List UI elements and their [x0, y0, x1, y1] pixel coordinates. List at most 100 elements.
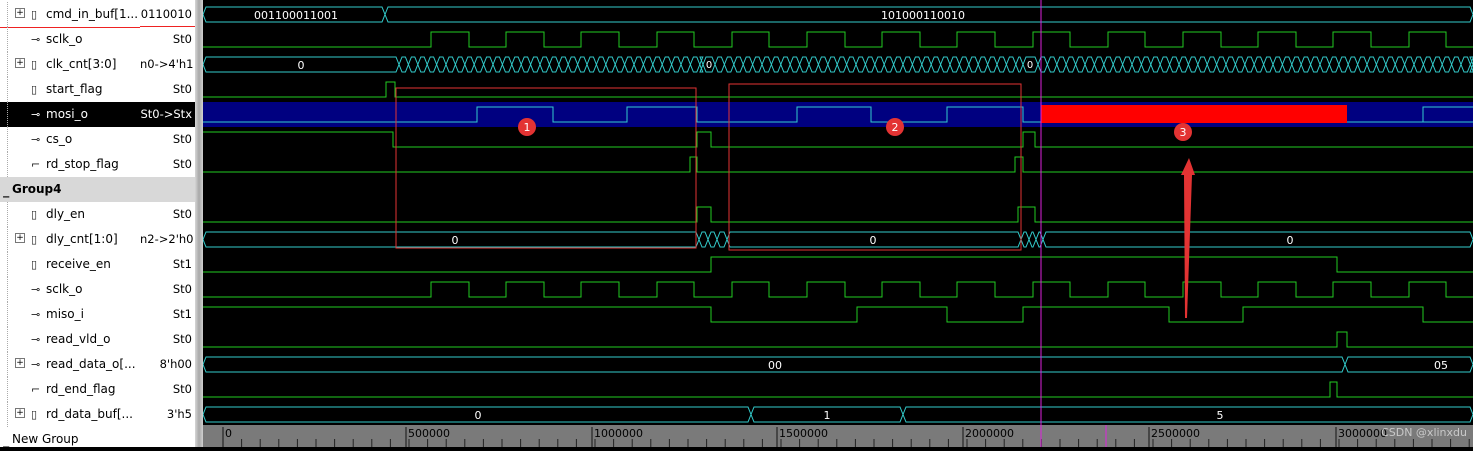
bus-segment	[398, 56, 409, 73]
signal-row[interactable]: ⊸ mosi_o	[0, 102, 140, 127]
signal-name: dly_cnt[1:0]	[46, 232, 118, 246]
bus-segment	[483, 56, 494, 73]
bus-segment	[1187, 56, 1199, 73]
signal-row[interactable]: + ⊸ read_data_o[...	[0, 352, 140, 377]
tree-guide	[7, 52, 9, 77]
bus-segment	[454, 56, 466, 73]
bus-segment	[1112, 56, 1124, 73]
bus-segment	[1075, 56, 1086, 73]
bus-segment	[987, 56, 998, 73]
tree-guide	[7, 352, 9, 377]
waveform-canvas[interactable]: 001100011001 1010001100100 0 00 0 000 050 1 51 2 3	[203, 0, 1473, 425]
bus-segment	[1216, 56, 1227, 73]
bus-segment	[1206, 56, 1218, 73]
group-row[interactable]: −New Group	[0, 427, 140, 447]
signal-row[interactable]: + ▯ clk_cnt[3:0]	[0, 52, 140, 77]
tree-guide	[7, 327, 9, 352]
bus-segment	[968, 56, 979, 73]
bus-segment	[464, 56, 475, 73]
bus-segment	[1093, 56, 1105, 73]
receive-en-wave	[203, 256, 1473, 273]
signal-name: read_data_o[...	[46, 357, 136, 371]
bus-segment	[855, 56, 866, 73]
bus-value-label: 0	[706, 60, 712, 71]
bus-segment	[921, 56, 932, 73]
signal-row[interactable]: ▯ start_flag	[0, 77, 140, 102]
bus-segment	[883, 56, 895, 73]
bus-value-label: 0	[475, 409, 482, 422]
rd-stop-flag-wave	[203, 156, 1473, 173]
tree-guide	[7, 2, 9, 27]
bus-segment	[1159, 56, 1171, 73]
panel-splitter[interactable]	[195, 0, 203, 447]
bus-segment	[770, 56, 782, 73]
bus-value-label: 0	[452, 234, 459, 247]
tree-guide	[7, 202, 9, 227]
signal-value: St0	[172, 157, 192, 171]
bus-segment	[716, 231, 728, 248]
bus-segment	[1046, 56, 1058, 73]
signal-row[interactable]: ⊸ sclk_o	[0, 277, 140, 302]
time-ruler[interactable]: 0 500000 1000000 1500000 2000000 2500000 30000…	[203, 425, 1473, 447]
tick-label: 500000	[408, 427, 450, 440]
bus-segment	[949, 56, 960, 73]
signal-value: St0	[172, 132, 192, 146]
expand-icon[interactable]: +	[15, 8, 25, 18]
bus-segment	[911, 56, 923, 73]
signal-value: St0->Stx	[140, 102, 195, 127]
signal-row[interactable]: ⌐ rd_stop_flag	[0, 152, 140, 177]
signal-row[interactable]: + ▯ rd_data_buf[...	[0, 402, 140, 427]
signal-row[interactable]: ▯ dly_en	[0, 202, 140, 227]
signal-row[interactable]: ⊸ sclk_o	[0, 27, 140, 52]
signal-row[interactable]: + ▯ cmd_in_buf[1...	[0, 2, 140, 28]
collapse-icon[interactable]: −	[2, 435, 10, 447]
bus-segment	[586, 56, 597, 73]
bus-segment	[761, 56, 772, 73]
bus-segment	[1328, 56, 1340, 73]
expand-icon[interactable]: +	[15, 233, 25, 243]
bus-segment	[1291, 56, 1302, 73]
bus-segment	[1020, 231, 1030, 248]
expand-icon[interactable]: +	[15, 58, 25, 68]
output-icon: ⊸	[31, 333, 41, 346]
bus-segment	[1344, 356, 1473, 373]
bus-segment	[473, 56, 485, 73]
bus-segment	[1084, 56, 1095, 73]
reg-icon: ▯	[31, 208, 38, 221]
signal-row[interactable]: + ▯ dly_cnt[1:0]	[0, 227, 140, 252]
signal-name: receive_en	[46, 257, 111, 271]
expand-icon[interactable]: +	[15, 358, 25, 368]
tree-guide	[7, 27, 9, 52]
signal-value: St1	[172, 257, 192, 271]
bus-segment	[864, 56, 876, 73]
signal-name: dly_en	[46, 207, 86, 221]
group-row[interactable]: − Group4	[0, 177, 140, 203]
bus-icon: ▯	[31, 8, 38, 21]
bus-segment	[520, 56, 532, 73]
signal-value-panel: 0110010 St0 n0->4'h1 St0 St0->Stx St0 St0 St0 n2…	[140, 0, 195, 447]
bus-segment	[1366, 56, 1377, 73]
signal-row[interactable]: ⌐ rd_end_flag	[0, 377, 140, 402]
bus-segment	[1042, 231, 1473, 248]
bus-value-label: 1	[824, 409, 831, 422]
bus-value-label: 0	[298, 59, 305, 72]
bus-segment	[733, 56, 744, 73]
bus-segment	[671, 56, 682, 73]
signal-row[interactable]: ⊸ miso_i	[0, 302, 140, 327]
expand-icon[interactable]: +	[15, 408, 25, 418]
bus-value-label: 05	[1434, 359, 1448, 372]
miso-wave	[203, 306, 1473, 323]
reg-icon: ▯	[31, 258, 38, 271]
signal-row[interactable]: ⊸ read_vld_o	[0, 327, 140, 352]
signal-row[interactable]: ⊸ cs_o	[0, 127, 140, 152]
bus-segment	[958, 56, 970, 73]
bus-icon: ▯	[31, 58, 38, 71]
bus-segment	[789, 56, 801, 73]
bus-segment	[1441, 56, 1453, 73]
reg-icon: ▯	[31, 83, 38, 96]
bus-segment	[1422, 56, 1434, 73]
signal-row[interactable]: ▯ receive_en	[0, 252, 140, 277]
bus-segment	[1056, 56, 1067, 73]
signal-name: rd_end_flag	[46, 382, 116, 396]
bus-value-label: 0	[1027, 60, 1033, 71]
